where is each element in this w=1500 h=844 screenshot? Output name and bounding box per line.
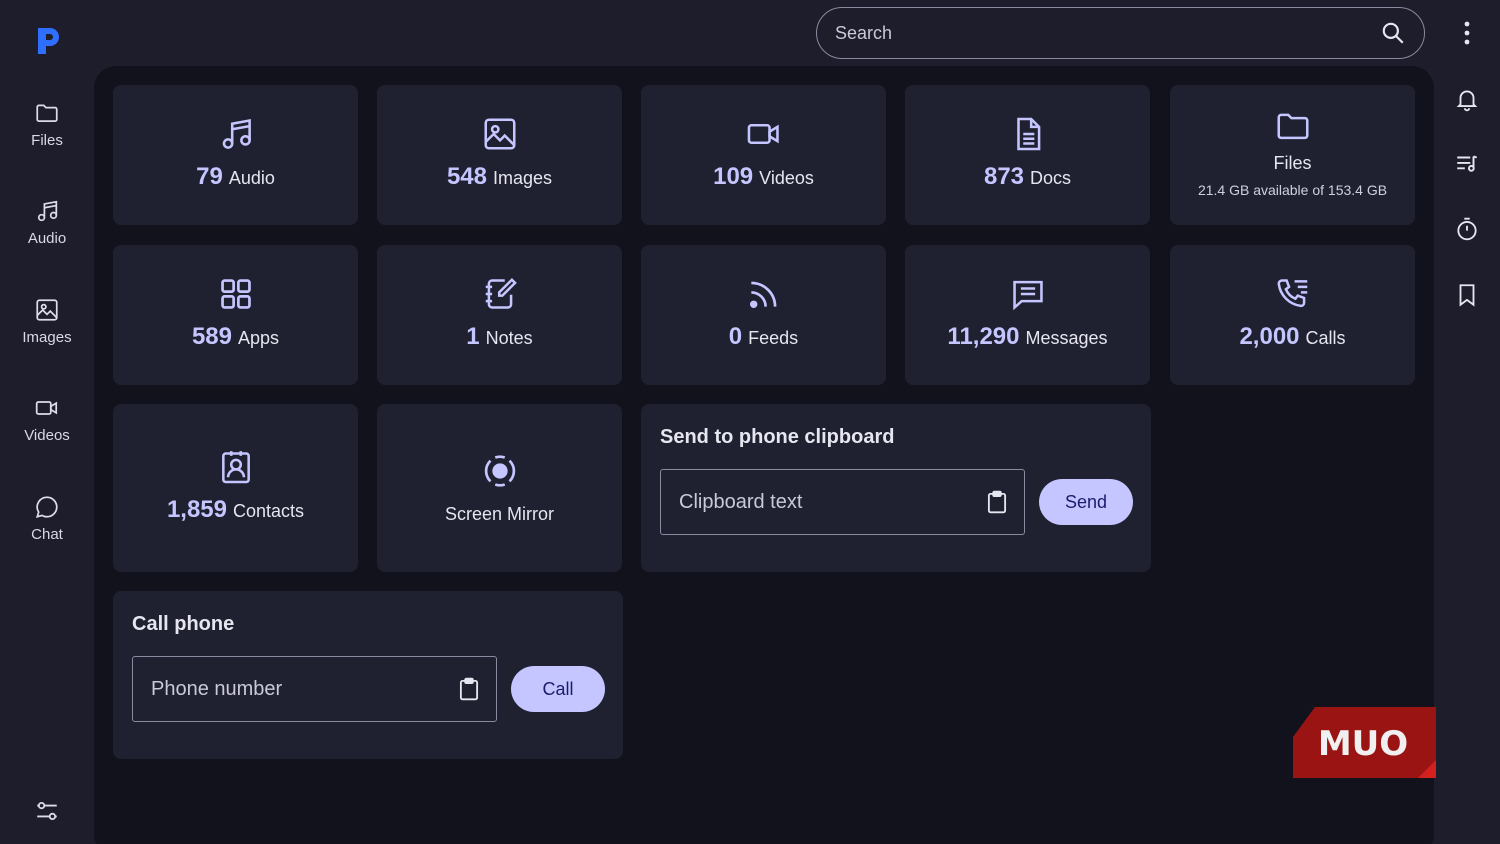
feeds-label: Feeds [748, 328, 799, 348]
call-button[interactable]: Call [511, 666, 605, 712]
image-icon [483, 118, 516, 150]
bookmark-icon [1459, 284, 1475, 307]
sidebar-item-label: Chat [31, 526, 63, 543]
notes-label: Notes [485, 328, 533, 348]
messages-count: 11,290 [947, 323, 1020, 350]
contacts-label: Contacts [233, 501, 305, 521]
images-card[interactable]: 548 Images [377, 85, 622, 225]
sidebar-item-files[interactable]: Files [0, 100, 94, 170]
files-label: Files [1273, 153, 1312, 173]
docs-label: Docs [1030, 168, 1072, 188]
bell-icon [1456, 90, 1478, 112]
paste-clipboard-icon[interactable] [984, 489, 1010, 515]
contacts-count: 1,859 [166, 496, 227, 523]
kebab-menu-icon [1464, 21, 1470, 45]
contacts-card[interactable]: 1,859 Contacts [113, 404, 358, 572]
document-icon [1016, 117, 1040, 151]
storage-info: 21.4 GB available of 153.4 GB [1197, 182, 1388, 198]
sidebar-item-label: Audio [27, 230, 67, 247]
contact-card-icon [221, 451, 250, 484]
playlist-icon [1457, 155, 1478, 172]
videos-count: 109 [713, 163, 754, 190]
music-note-icon [37, 200, 58, 222]
audio-label: Audio [228, 168, 275, 188]
sidebar-item-label: Images [22, 329, 72, 346]
apps-card[interactable]: 589 Apps [113, 245, 358, 385]
messages-card[interactable]: 11,290 Messages [905, 245, 1150, 385]
calls-label: Calls [1305, 328, 1346, 348]
video-camera-icon [747, 124, 779, 144]
rss-feed-icon [749, 281, 776, 309]
clipboard-title: Send to phone clipboard [660, 426, 895, 448]
images-label: Images [493, 168, 553, 188]
screen-mirror-icon [484, 455, 515, 487]
videos-label: Videos [759, 168, 814, 188]
feeds-count: 0 [728, 323, 743, 350]
docs-count: 873 [983, 163, 1025, 190]
search-bar [816, 7, 1425, 59]
paste-clipboard-icon[interactable] [456, 676, 482, 702]
calls-count: 2,000 [1239, 323, 1300, 350]
call-title: Call phone [132, 613, 235, 635]
search-input[interactable] [835, 22, 1380, 44]
timer-icon [1457, 217, 1477, 241]
files-card[interactable]: Files 21.4 GB available of 153.4 GB [1170, 85, 1415, 225]
video-camera-icon [35, 401, 58, 415]
apps-count: 589 [191, 323, 232, 350]
notifications-button[interactable] [1454, 86, 1480, 112]
folder-icon [36, 104, 58, 122]
screen-mirror-label: Screen Mirror [444, 504, 555, 524]
apps-grid-icon [220, 279, 251, 309]
timer-button[interactable] [1454, 216, 1480, 242]
sliders-icon [37, 801, 57, 821]
message-icon [1012, 280, 1043, 311]
search-icon[interactable] [1380, 20, 1406, 46]
docs-card[interactable]: 873 Docs [905, 85, 1150, 225]
music-note-icon [222, 119, 251, 149]
audio-card[interactable]: 79 Audio [113, 85, 358, 225]
more-options-button[interactable] [1454, 18, 1480, 48]
muo-watermark: MUO [1293, 707, 1436, 778]
notes-card[interactable]: 1 Notes [377, 245, 622, 385]
phone-number-input[interactable] [151, 677, 456, 701]
app-logo[interactable] [30, 22, 66, 58]
calls-card[interactable]: 2,000 Calls [1170, 245, 1415, 385]
phone-number-field [132, 656, 497, 722]
settings-sliders-button[interactable] [34, 798, 60, 824]
clipboard-field [660, 469, 1025, 535]
call-phone-card: Call phone Call [113, 591, 623, 759]
screen-mirror-card[interactable]: Screen Mirror [377, 404, 622, 572]
notebook-edit-icon [485, 277, 517, 309]
clipboard-input[interactable] [679, 490, 984, 514]
bookmark-button[interactable] [1454, 282, 1480, 308]
watermark-text: MUO [1318, 724, 1408, 764]
phone-list-icon [1276, 279, 1307, 308]
sidebar-item-images[interactable]: Images [0, 297, 94, 367]
sidebar-item-label: Videos [24, 427, 70, 444]
messages-label: Messages [1025, 328, 1108, 348]
audio-count: 79 [196, 163, 223, 190]
image-icon [36, 299, 58, 321]
feeds-card[interactable]: 0 Feeds [641, 245, 886, 385]
playlist-button[interactable] [1454, 151, 1480, 177]
send-button[interactable]: Send [1039, 479, 1133, 525]
sidebar-item-chat[interactable]: Chat [0, 494, 94, 564]
folder-icon [1276, 113, 1309, 140]
chat-bubble-icon [35, 496, 58, 518]
sidebar-item-label: Files [31, 132, 63, 149]
dashboard-panel: 79 Audio 548 Images 109 Videos 873 Docs File… [94, 66, 1434, 844]
notes-count: 1 [466, 323, 480, 350]
images-count: 548 [446, 163, 487, 190]
send-clipboard-card: Send to phone clipboard Send [641, 404, 1151, 572]
sidebar-item-videos[interactable]: Videos [0, 395, 94, 465]
videos-card[interactable]: 109 Videos [641, 85, 886, 225]
sidebar-item-audio[interactable]: Audio [0, 198, 94, 268]
apps-label: Apps [238, 328, 280, 348]
